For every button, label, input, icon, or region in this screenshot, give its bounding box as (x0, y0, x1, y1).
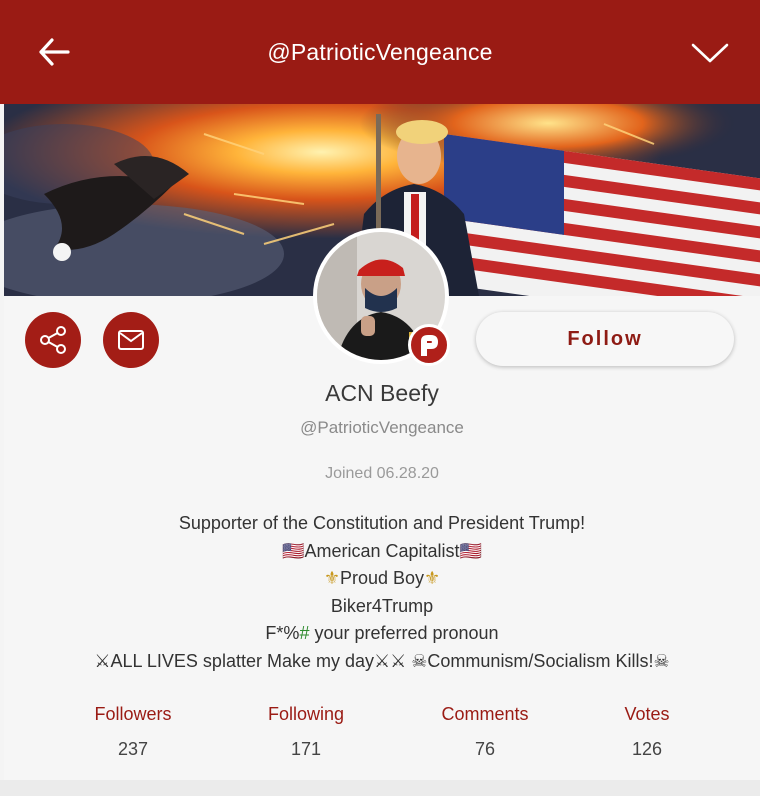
stat-following[interactable]: Following 171 (236, 704, 376, 760)
bio-text: your preferred pronoun (309, 623, 499, 643)
bio-line: ⚜Proud Boy⚜ (4, 565, 760, 593)
parler-p-icon (421, 335, 438, 356)
profile-stats: Followers 237 Following 171 Comments 76 … (4, 704, 760, 764)
avatar[interactable] (313, 228, 450, 366)
stat-votes[interactable]: Votes 126 (577, 704, 717, 760)
stat-comments[interactable]: Comments 76 (415, 704, 555, 760)
fleur-de-lis-icon: ⚜ (323, 568, 340, 588)
stat-value: 237 (117, 739, 149, 759)
parler-logo-badge (408, 324, 450, 366)
stat-value: 76 (474, 739, 496, 759)
bio-line: F*%# your preferred pronoun (4, 620, 760, 648)
us-flag-icon: 🇺🇸 (282, 540, 305, 561)
bio-line: Supporter of the Constitution and Presid… (178, 513, 586, 533)
content-divider (0, 780, 760, 796)
bio-text: ⚔ALL LIVES splatter Make my day⚔⚔ (94, 650, 412, 671)
display-name: ACN Beefy (325, 380, 439, 406)
hashtag-symbol: # (299, 623, 310, 643)
stat-value: 126 (631, 739, 663, 759)
bio-text: American Capitalist (304, 540, 460, 561)
app-header: @PatrioticVengeance (0, 0, 760, 104)
username-handle: @PatrioticVengeance (300, 418, 464, 437)
bio-line: Biker4Trump (330, 595, 434, 616)
stat-label: Votes (624, 704, 670, 724)
profile-bio: Supporter of the Constitution and Presid… (4, 510, 760, 675)
share-icon (40, 326, 66, 354)
bio-text: ☠Communism/Socialism Kills!☠ (411, 650, 670, 671)
us-flag-icon: 🇺🇸 (459, 540, 482, 561)
menu-dropdown-button[interactable] (690, 36, 730, 70)
joined-date: Joined 06.28.20 (325, 465, 439, 482)
mail-icon (118, 330, 144, 350)
arrow-left-icon (39, 38, 70, 66)
profile-card: Follow ACN Beefy @PatrioticVengeance Joi… (4, 228, 760, 780)
message-button[interactable] (103, 312, 159, 368)
chevron-down-icon (691, 43, 729, 63)
stat-label: Followers (94, 704, 172, 724)
header-title: @PatrioticVengeance (267, 38, 493, 65)
bio-line: 🇺🇸American Capitalist🇺🇸 (4, 538, 760, 566)
stat-followers[interactable]: Followers 237 (63, 704, 203, 760)
share-button[interactable] (25, 312, 81, 368)
bio-text: Proud Boy (339, 568, 425, 588)
stat-value: 171 (290, 739, 322, 759)
bio-line: ⚔ALL LIVES splatter Make my day⚔⚔ ☠Commu… (4, 648, 760, 676)
bio-text: F*% (265, 623, 300, 643)
fleur-de-lis-icon: ⚜ (424, 568, 441, 588)
stat-label: Comments (441, 704, 529, 724)
back-button[interactable] (36, 34, 72, 70)
stat-label: Following (267, 704, 345, 724)
follow-button[interactable]: Follow (476, 312, 734, 366)
